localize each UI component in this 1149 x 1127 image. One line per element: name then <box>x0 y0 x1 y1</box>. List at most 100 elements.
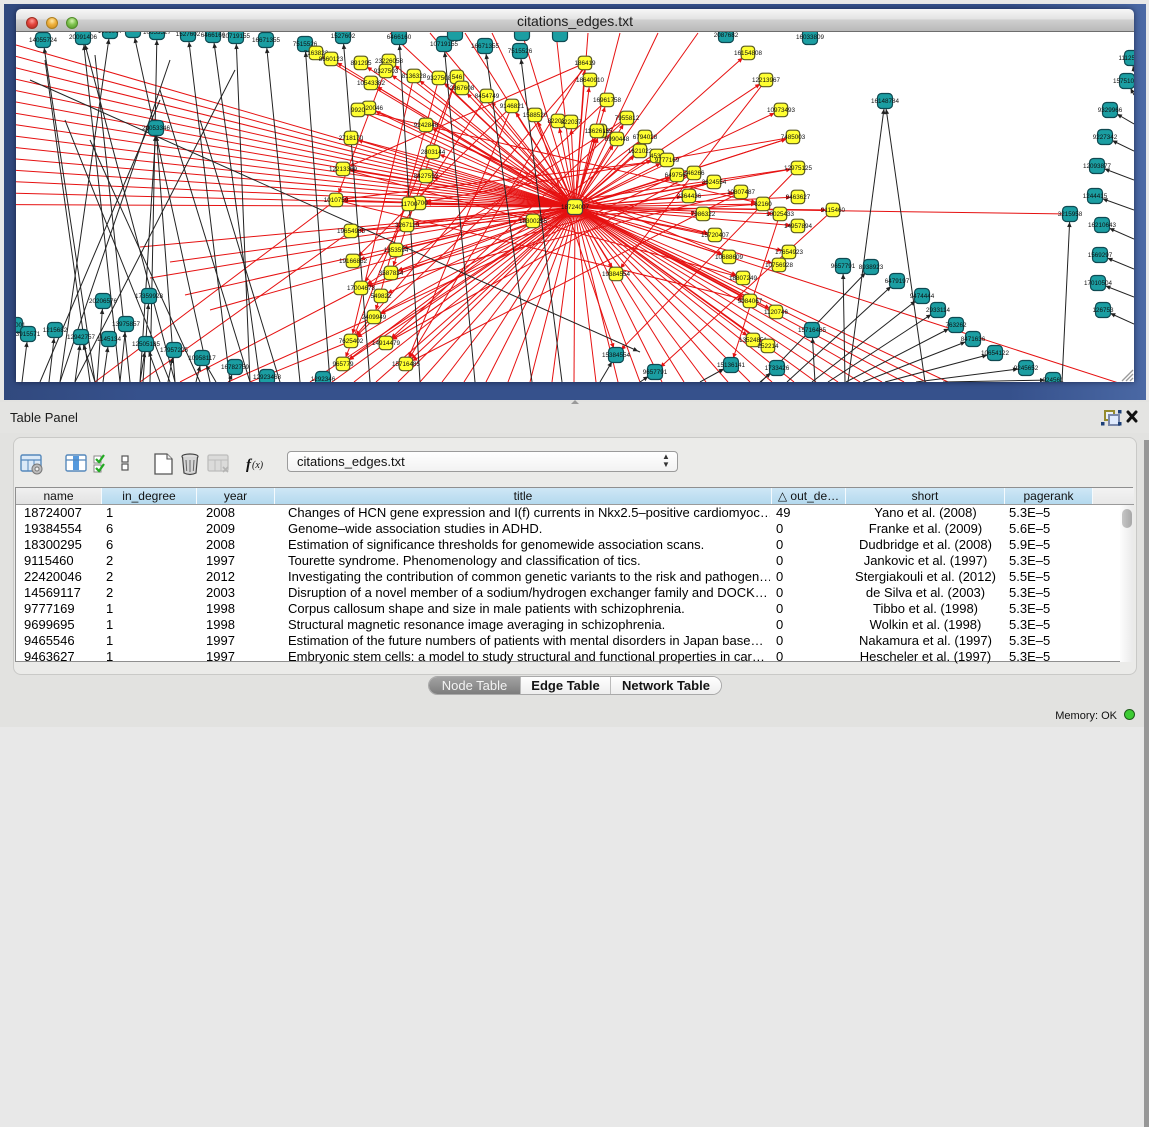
svg-text:10719155: 10719155 <box>222 33 251 40</box>
svg-text:12942757: 12942757 <box>67 334 96 341</box>
svg-text:1010759: 1010759 <box>324 197 349 204</box>
svg-text:9777169: 9777169 <box>655 157 680 164</box>
svg-text:1527602: 1527602 <box>176 32 201 38</box>
svg-text:11125419: 11125419 <box>1118 55 1134 62</box>
svg-text:9657791: 9657791 <box>831 263 856 270</box>
svg-text:16148784: 16148784 <box>871 98 900 105</box>
svg-text:18640910: 18640910 <box>576 77 605 84</box>
svg-text:17359928: 17359928 <box>135 293 164 300</box>
svg-text:965779: 965779 <box>332 361 354 368</box>
svg-text:16154808: 16154808 <box>734 50 763 57</box>
svg-text:12213369: 12213369 <box>329 166 358 173</box>
svg-text:8136328: 8136328 <box>402 73 427 80</box>
svg-text:11700: 11700 <box>400 201 418 208</box>
svg-text:20053346: 20053346 <box>142 125 171 132</box>
svg-text:8938923: 8938923 <box>859 264 884 271</box>
svg-text:1244415: 1244415 <box>1083 193 1108 200</box>
svg-text:10958117: 10958117 <box>188 355 216 362</box>
svg-text:8660123: 8660123 <box>319 56 344 63</box>
svg-text:10807487: 10807487 <box>727 189 756 196</box>
svg-text:1215682: 1215682 <box>43 327 68 334</box>
svg-text:16782759: 16782759 <box>221 364 250 371</box>
svg-text:12505135: 12505135 <box>132 341 161 348</box>
svg-text:6479197: 6479197 <box>885 278 910 285</box>
svg-text:16210643: 16210643 <box>1088 222 1117 229</box>
svg-text:14914479: 14914479 <box>372 340 401 347</box>
svg-text:18300295: 18300295 <box>519 218 548 225</box>
svg-text:2364436: 2364436 <box>677 193 702 200</box>
svg-text:13975857: 13975857 <box>112 321 141 328</box>
svg-text:15384554: 15384554 <box>602 352 631 359</box>
svg-text:17654923: 17654923 <box>775 249 804 256</box>
svg-text:186419: 186419 <box>574 60 596 67</box>
svg-text:822037: 822037 <box>560 119 582 126</box>
svg-text:9657791: 9657791 <box>643 369 668 376</box>
svg-text:1733426: 1733426 <box>765 365 790 372</box>
svg-text:8427552: 8427552 <box>414 173 439 180</box>
svg-text:2087682: 2087682 <box>714 32 739 39</box>
svg-text:17010504: 17010504 <box>1084 280 1113 287</box>
svg-text:3915571: 3915571 <box>16 331 41 338</box>
svg-text:1569297: 1569297 <box>1088 252 1113 259</box>
svg-text:16033809: 16033809 <box>796 34 825 41</box>
svg-text:6466160: 6466160 <box>387 34 412 41</box>
svg-text:546: 546 <box>452 74 463 81</box>
svg-text:2718170: 2718170 <box>339 135 364 142</box>
svg-text:9463627: 9463627 <box>786 194 811 201</box>
svg-text:7955812: 7955812 <box>615 115 640 122</box>
svg-text:9115460: 9115460 <box>821 207 846 214</box>
svg-text:62160: 62160 <box>754 201 772 208</box>
svg-text:12975125: 12975125 <box>784 165 813 172</box>
svg-text:19384554: 19384554 <box>602 271 631 278</box>
svg-text:2803144: 2803144 <box>421 149 446 156</box>
svg-text:2933114: 2933114 <box>926 307 951 314</box>
svg-text:10719155: 10719155 <box>430 41 459 48</box>
svg-text:252214: 252214 <box>757 343 779 350</box>
svg-text:9245652: 9245652 <box>1014 365 1039 372</box>
svg-text:3624554: 3624554 <box>702 179 727 186</box>
svg-text:20091406: 20091406 <box>69 34 98 41</box>
svg-text:(x): (x) <box>252 460 264 471</box>
svg-text:15720407: 15720407 <box>701 232 730 239</box>
svg-text:19654985: 19654985 <box>337 228 366 235</box>
svg-text:9920: 9920 <box>351 107 366 114</box>
svg-text:17957225: 17957225 <box>160 347 189 354</box>
svg-text:14055724: 14055724 <box>29 37 58 44</box>
svg-text:7515526: 7515526 <box>508 48 533 55</box>
svg-text:7986322: 7986322 <box>691 211 716 218</box>
svg-text:1120746: 1120746 <box>764 309 789 316</box>
svg-text:16671355: 16671355 <box>471 43 500 50</box>
svg-text:15716485: 15716485 <box>798 327 827 334</box>
svg-text:1695957: 1695957 <box>98 32 123 35</box>
svg-text:10025433: 10025433 <box>766 211 795 218</box>
svg-text:16671355: 16671355 <box>252 37 281 44</box>
svg-text:8990448: 8990448 <box>605 136 630 143</box>
svg-text:1362615: 1362615 <box>585 128 610 135</box>
svg-text:3587834: 3587834 <box>379 270 404 277</box>
svg-text:12923468: 12923468 <box>253 374 282 381</box>
svg-text:10973493: 10973493 <box>767 107 796 114</box>
svg-text:16961758: 16961758 <box>593 97 622 104</box>
svg-text:1588520: 1588520 <box>523 112 548 119</box>
svg-text:7485003: 7485003 <box>781 134 806 141</box>
svg-text:10756928: 10756928 <box>765 262 794 269</box>
svg-text:9327503: 9327503 <box>374 68 399 75</box>
svg-text:6794028: 6794028 <box>633 134 658 141</box>
svg-text:15136141: 15136141 <box>717 362 746 369</box>
svg-text:1353594: 1353594 <box>384 247 409 254</box>
svg-text:8454749: 8454749 <box>475 93 500 100</box>
svg-text:1527602: 1527602 <box>331 33 356 40</box>
svg-text:12213967: 12213967 <box>752 77 781 84</box>
svg-text:10653327: 10653327 <box>143 32 172 36</box>
svg-text:10654122: 10654122 <box>981 350 1010 357</box>
svg-text:2867608: 2867608 <box>450 85 475 92</box>
svg-text:9084067: 9084067 <box>738 298 763 305</box>
svg-text:9146821: 9146821 <box>500 103 525 110</box>
svg-text:18724007: 18724007 <box>561 204 590 211</box>
svg-text:924561: 924561 <box>1042 377 1064 382</box>
svg-text:3267110: 3267110 <box>395 222 420 229</box>
svg-text:1145134: 1145134 <box>97 336 122 343</box>
svg-text:891295: 891295 <box>350 60 372 67</box>
svg-text:9227342: 9227342 <box>1093 134 1118 141</box>
svg-text:18807249: 18807249 <box>729 275 758 282</box>
